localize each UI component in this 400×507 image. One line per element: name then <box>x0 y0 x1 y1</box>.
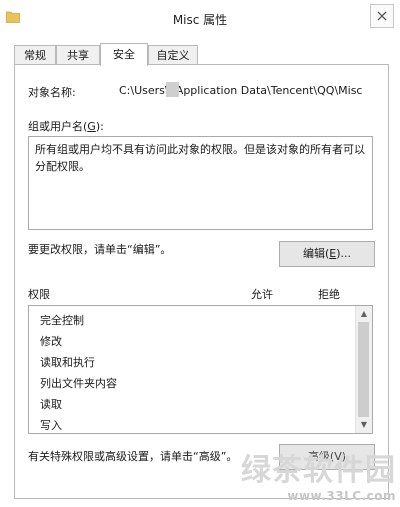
watermark-text: 绿茶软件园 <box>241 453 396 488</box>
permissions-header: 权限 <box>28 288 50 301</box>
watermark-url: www.33LC.com <box>287 489 396 503</box>
allow-header: 允许 <box>251 288 273 301</box>
permission-item: 读取和执行 <box>40 356 95 369</box>
permission-item: 写入 <box>40 419 62 432</box>
watermark: 绿茶软件园 www.33LC.com <box>241 445 396 503</box>
close-icon <box>377 11 387 21</box>
title-bar: Misc 属性 <box>0 0 400 36</box>
change-permission-hint: 要更改权限，请单击“编辑”。 <box>28 243 172 256</box>
redacted-username <box>166 82 179 97</box>
tab-customize[interactable]: 自定义 <box>148 45 198 65</box>
permission-item: 修改 <box>40 335 62 348</box>
permission-item: 完全控制 <box>40 314 84 327</box>
security-panel: 对象名称: C:\Users\ \Application Data\Tencen… <box>14 64 389 499</box>
scrollbar-thumb[interactable] <box>358 322 369 417</box>
permissions-list[interactable]: 完全控制 修改 读取和执行 列出文件夹内容 读取 写入 ▲ ▼ <box>28 305 373 434</box>
group-user-label: 组或用户名(G): <box>28 120 104 133</box>
object-name-label: 对象名称: <box>28 86 76 99</box>
scroll-down-icon[interactable]: ▼ <box>356 417 372 433</box>
scroll-up-icon[interactable]: ▲ <box>356 306 372 322</box>
window-title: Misc 属性 <box>172 13 228 27</box>
object-path: C:\Users\ \Application Data\Tencent\QQ\M… <box>119 84 362 97</box>
group-user-list[interactable]: 所有组或用户均不具有访问此对象的权限。但是该对象的所有者可以分配权限。 <box>28 136 373 230</box>
properties-window: Misc 属性 常规 共享 安全 自定义 对象名称: C:\Users\ \Ap… <box>0 0 400 507</box>
tab-general[interactable]: 常规 <box>14 45 56 65</box>
object-path-text: C:\Users\ \Application Data\Tencent\QQ\M… <box>119 84 363 97</box>
edit-button[interactable]: 编辑(E)... <box>279 241 375 267</box>
permission-item: 读取 <box>40 398 62 411</box>
permission-item: 列出文件夹内容 <box>40 377 117 390</box>
group-list-message: 所有组或用户均不具有访问此对象的权限。但是该对象的所有者可以分配权限。 <box>35 143 365 173</box>
deny-header: 拒绝 <box>318 288 340 301</box>
tab-security[interactable]: 安全 <box>100 43 148 66</box>
close-button[interactable] <box>370 4 394 28</box>
tab-sharing[interactable]: 共享 <box>56 45 100 65</box>
advanced-hint: 有关特殊权限或高级设置，请单击“高级”。 <box>28 450 238 463</box>
permissions-scrollbar[interactable]: ▲ ▼ <box>355 306 372 433</box>
